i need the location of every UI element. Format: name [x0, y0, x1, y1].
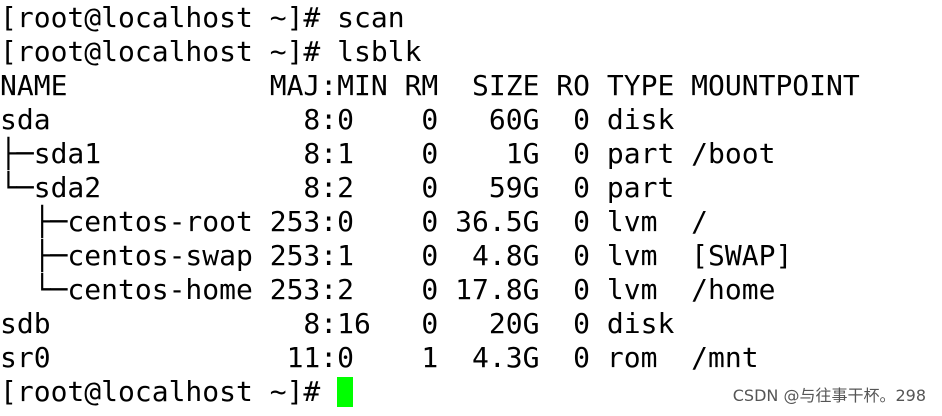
shell-prompt: [root@localhost ~]#: [0, 375, 338, 408]
terminal-window[interactable]: [root@localhost ~]# scan [root@localhost…: [0, 0, 942, 416]
lsblk-row: sr0 11:0 1 4.3G 0 rom /mnt: [0, 341, 759, 374]
lsblk-row: └─centos-home 253:2 0 17.8G 0 lvm /home: [0, 273, 776, 306]
lsblk-row: ├─centos-root 253:0 0 36.5G 0 lvm /: [0, 205, 709, 238]
lsblk-row: └─sda2 8:2 0 59G 0 part: [0, 171, 692, 204]
lsblk-row: ├─sda1 8:1 0 1G 0 part /boot: [0, 137, 776, 170]
command-text: lsblk: [337, 35, 422, 68]
lsblk-row: sdb 8:16 0 20G 0 disk: [0, 307, 692, 340]
lsblk-row: sda 8:0 0 60G 0 disk: [0, 103, 692, 136]
lsblk-row: ├─centos-swap 253:1 0 4.8G 0 lvm [SWAP]: [0, 239, 793, 272]
shell-prompt: [root@localhost ~]#: [0, 35, 338, 68]
terminal-cursor[interactable]: [337, 377, 354, 407]
terminal-line: [root@localhost ~]# scan: [0, 1, 942, 35]
shell-prompt: [root@localhost ~]#: [0, 1, 338, 34]
watermark: CSDN @与往事干杯。298: [732, 386, 926, 405]
command-text: scan: [337, 1, 405, 34]
lsblk-header: NAME MAJ:MIN RM SIZE RO TYPE MOUNTPOINT: [0, 69, 860, 102]
terminal-line: [root@localhost ~]# lsblk: [0, 35, 942, 69]
